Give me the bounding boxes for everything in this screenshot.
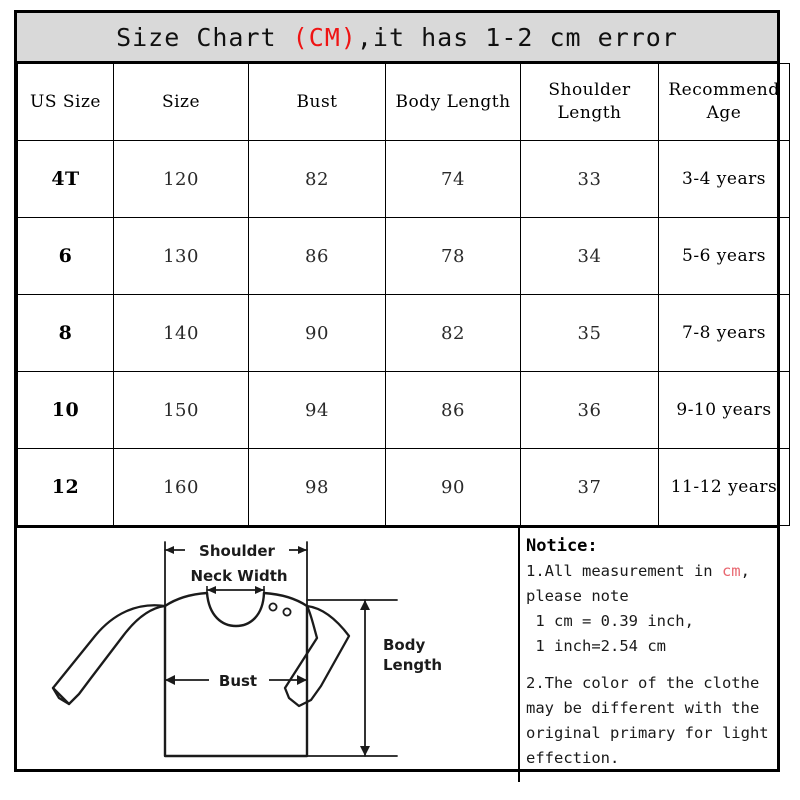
cell-body-length: 82 (385, 294, 521, 372)
cell-recommend-age: 11-12 years (658, 448, 790, 526)
cell-bust: 94 (248, 371, 386, 449)
diagram-label-body: Body (383, 636, 425, 654)
table-row: 10 150 94 86 36 9-10 years (17, 371, 790, 449)
column-header-us-size: US Size (17, 63, 114, 141)
cell-body-length: 78 (385, 217, 521, 295)
header-line-2: Length (557, 103, 622, 123)
cell-size: 160 (113, 448, 249, 526)
diagram-label-neck-width: Neck Width (190, 567, 287, 585)
cell-size: 130 (113, 217, 249, 295)
cell-recommend-age: 7-8 years (658, 294, 790, 372)
garment-measurement-diagram: Shoulder Neck Width Bust Body Length (51, 538, 442, 758)
table-row: 8 140 90 82 35 7-8 years (17, 294, 790, 372)
cell-size: 140 (113, 294, 249, 372)
title-suffix: ,it has 1-2 cm error (356, 22, 678, 52)
table-row: 12 160 98 90 37 11-12 years (17, 448, 790, 526)
notice-spacer (526, 659, 773, 671)
notice-line-1-text: 1.All measurement in (526, 561, 722, 580)
cell-size: 150 (113, 371, 249, 449)
cell-recommend-age: 3-4 years (658, 140, 790, 218)
column-header-recommend-age: Recommend Age (658, 63, 790, 141)
notice-unit-cm: cm (721, 561, 741, 580)
table-row: 4T 120 82 74 33 3-4 years (17, 140, 790, 218)
diagram-label-length: Length (383, 656, 442, 674)
cell-shoulder-length: 34 (520, 217, 659, 295)
notice-line-2: please note (526, 586, 629, 605)
cell-recommend-age: 5-6 years (658, 217, 790, 295)
cell-us-size: 6 (17, 217, 114, 295)
cell-bust: 90 (248, 294, 386, 372)
notice-panel: Notice: 1.All measurement in cm, please … (520, 528, 777, 782)
garment-diagram-panel: Shoulder Neck Width Bust Body Length (17, 528, 520, 782)
cell-shoulder-length: 35 (520, 294, 659, 372)
cell-us-size: 8 (17, 294, 114, 372)
column-header-shoulder-length: Shoulder Length (520, 63, 659, 141)
notice-line-6: may be different with the (526, 699, 760, 718)
notice-line-1: 1.All measurement in cm, (526, 559, 773, 584)
column-header-size: Size (113, 63, 249, 141)
cell-us-size: 10 (17, 371, 114, 449)
diagram-label-shoulder: Shoulder (199, 542, 276, 560)
bottom-section: Shoulder Neck Width Bust Body Length Not… (17, 526, 777, 782)
column-header-bust: Bust (248, 63, 386, 141)
cell-body-length: 86 (385, 371, 521, 449)
cell-bust: 82 (248, 140, 386, 218)
cell-us-size: 12 (17, 448, 114, 526)
cell-shoulder-length: 36 (520, 371, 659, 449)
notice-line-7: original primary for light (526, 724, 769, 743)
notice-line-5: 2.The color of the clothe (526, 674, 760, 693)
notice-line-4: 1 inch=2.54 cm (526, 636, 666, 655)
cell-recommend-age: 9-10 years (658, 371, 790, 449)
notice-heading: Notice: (526, 536, 598, 556)
cell-body-length: 90 (385, 448, 521, 526)
notice-line-3: 1 cm = 0.39 inch, (526, 611, 694, 630)
notice-line-8: effection. (526, 749, 620, 768)
cell-size: 120 (113, 140, 249, 218)
cell-shoulder-length: 33 (520, 140, 659, 218)
header-line-1: Recommend (668, 80, 780, 101)
header-line-2: Age (706, 103, 742, 123)
title-prefix: Size Chart (116, 22, 293, 52)
cell-body-length: 74 (385, 140, 521, 218)
diagram-label-bust: Bust (219, 672, 257, 690)
title-unit: (CM) (292, 22, 357, 52)
table-row: 6 130 86 78 34 5-6 years (17, 217, 790, 295)
page-title: Size Chart (CM),it has 1-2 cm error (116, 23, 678, 52)
cell-bust: 98 (248, 448, 386, 526)
header-line-1: Shoulder (548, 80, 631, 101)
table-header-row: US Size Size Bust Body Length Shoulder Le… (17, 63, 790, 141)
column-header-body-length: Body Length (385, 63, 521, 141)
size-table: US Size Size Bust Body Length Shoulder Le… (17, 63, 790, 526)
notice-line-1-tail: , (740, 561, 750, 580)
cell-us-size: 4T (17, 140, 114, 218)
cell-bust: 86 (248, 217, 386, 295)
size-chart-sheet: Size Chart (CM),it has 1-2 cm error US S… (14, 10, 790, 782)
chart-title-band: Size Chart (CM),it has 1-2 cm error (17, 13, 777, 63)
cell-shoulder-length: 37 (520, 448, 659, 526)
